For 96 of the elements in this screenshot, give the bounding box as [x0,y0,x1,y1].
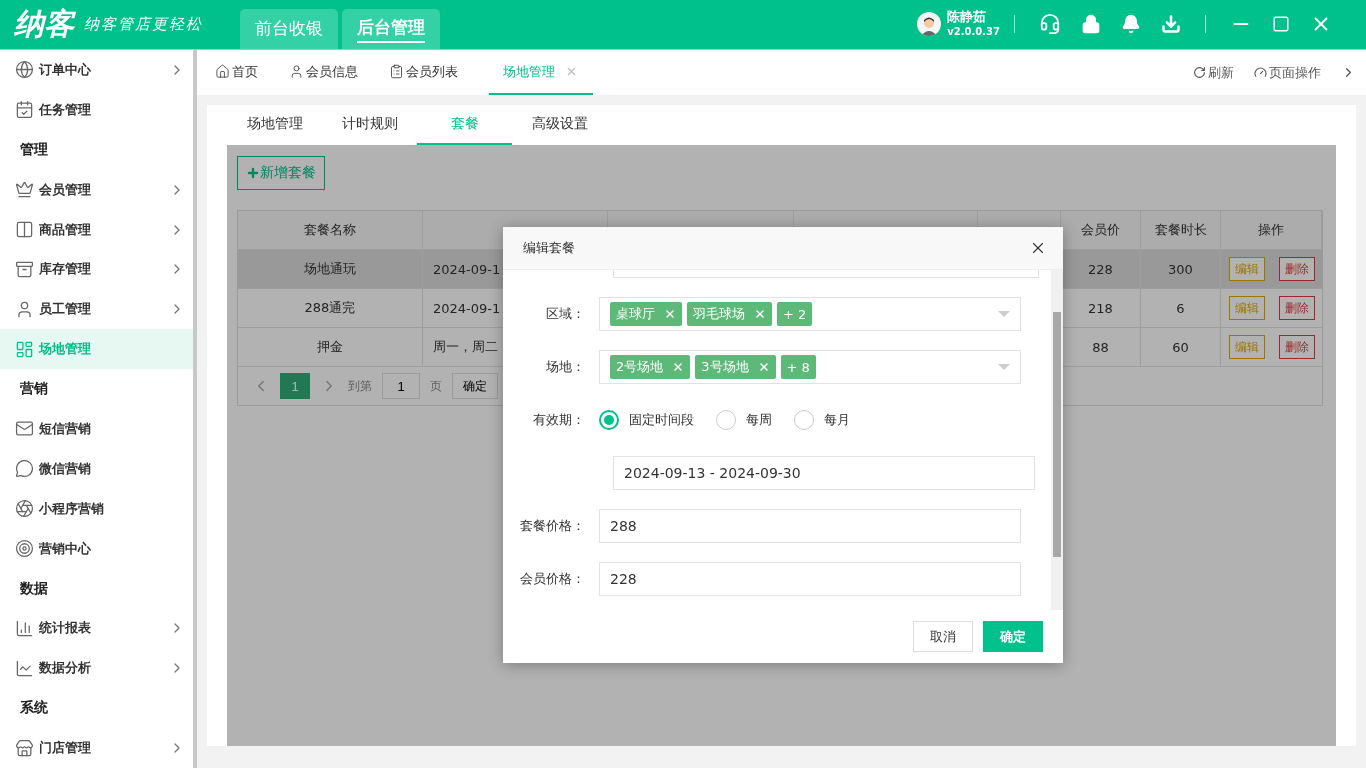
line-chart-icon [15,658,34,678]
lock-icon[interactable] [1081,14,1101,34]
sidebar-item[interactable]: 短信营销 [0,409,193,449]
sidebar-item[interactable]: 数据分析 [0,648,193,689]
columns-icon [15,220,34,239]
page-tab[interactable]: 会员信息 [289,50,373,95]
target-icon [15,539,34,559]
column-header: 操作 [1221,211,1322,249]
column-header: 套餐时长 [1141,211,1221,249]
table-cell: 300 [1141,250,1221,288]
user-icon [15,299,34,319]
go-button[interactable]: 确定 [452,373,498,399]
sidebar-item[interactable]: 门店管理 [0,728,193,768]
tag: 3号场地 [695,355,776,379]
home-icon [215,64,230,79]
user-icon [289,64,304,79]
table-cell: 60 [1141,328,1221,366]
download-icon[interactable] [1161,14,1181,34]
chat-bubble-icon [15,459,34,479]
radio-button[interactable] [599,410,619,430]
caret-icon [998,311,1010,317]
sidebar-item[interactable]: 统计报表 [0,608,193,649]
sidebar-item[interactable]: 商品管理 [0,209,193,250]
remove-icon[interactable] [672,361,685,373]
page-tab[interactable]: 会员列表 [389,50,473,95]
archive-icon [15,259,34,279]
caret-icon [998,364,1010,370]
plus-icon [246,166,260,180]
radio-option[interactable]: 每周 [716,410,772,430]
avatar[interactable] [917,12,942,36]
radio-option[interactable]: 固定时间段 [599,410,694,430]
refresh-icon [1193,66,1206,79]
sidebar-item[interactable]: 库存管理 [0,249,193,290]
bar-chart-icon [15,618,34,638]
gauge-icon [1254,66,1267,79]
field-label: 有效期： [532,411,586,429]
input-field[interactable]: 2024-09-13 - 2024-09-30 [613,456,1035,490]
field-label: 套餐价格： [519,517,586,535]
sidebar-item[interactable]: 任务管理 [0,89,193,130]
crown-icon [15,180,34,200]
maximize-icon[interactable] [1272,15,1290,33]
table-cell: 6 [1141,289,1221,327]
more-tag: + 8 [780,355,816,379]
user-name: 陈静茹 [947,9,988,24]
slogan: 纳客管店更轻松 [84,14,203,34]
logo: 纳客 [14,4,74,43]
dashboard-icon [15,339,34,359]
scrollbar[interactable] [1051,270,1063,610]
delete-button[interactable]: 删除 [1278,296,1315,320]
page-action[interactable]: 页面操作 [1254,50,1321,95]
page-action[interactable]: 刷新 [1193,50,1234,95]
sidebar-item[interactable]: 订单中心 [0,50,193,90]
field-label: 会员价格： [519,570,586,588]
remove-icon[interactable] [664,308,676,320]
field-label: 区域： [545,305,586,323]
store-icon [15,738,34,758]
column-header: 套餐名称 [238,211,423,249]
tag: 羽毛球场 [687,302,772,326]
sidebar-item[interactable]: 营销中心 [0,528,193,569]
input-field[interactable] [613,270,1039,278]
input-field[interactable]: 288 [599,509,1021,543]
cancel-button[interactable]: 取消 [913,621,973,652]
input-field[interactable]: 228 [599,562,1021,596]
table-cell: 押金 [238,328,423,366]
sidebar-item[interactable]: 小程序营销 [0,488,193,529]
sidebar-section: 营销 [0,369,193,409]
sub-tab[interactable]: 高级设置 [512,105,607,145]
globe-icon [15,60,34,80]
table-cell: 场地通玩 [238,250,423,288]
sidebar-item[interactable]: 会员管理 [0,169,193,210]
headset-icon[interactable] [1039,13,1061,35]
goto-label: 到第 [348,377,372,395]
tag: 2号场地 [610,355,691,379]
sidebar-item[interactable]: 微信营销 [0,448,193,489]
delete-button[interactable]: 删除 [1278,257,1315,281]
remove-icon[interactable] [754,308,766,320]
page-input[interactable]: 1 [382,373,420,399]
tag: 桌球厅 [610,302,682,326]
table-cell: 288通完 [238,289,423,327]
aperture-icon [15,499,34,519]
radio-option[interactable]: 每月 [794,410,850,430]
delete-button[interactable]: 删除 [1278,335,1315,359]
clipboard-icon [389,64,404,79]
more-tag: + 2 [777,302,813,326]
sidebar-section: 数据 [0,568,193,609]
remove-icon[interactable] [757,361,770,373]
sidebar-section: 系统 [0,688,193,729]
version: v2.0.0.37 [947,25,1000,39]
sub-tab[interactable]: 场地管理 [227,105,322,145]
sub-tab[interactable]: 计时规则 [322,105,417,145]
sidebar-section: 管理 [0,129,193,170]
sidebar-item[interactable]: 员工管理 [0,289,193,330]
notification-icon[interactable] [1121,14,1141,34]
page-tab[interactable]: 首页 [215,50,273,95]
calendar-icon [15,100,34,120]
page-unit: 页 [430,377,442,395]
